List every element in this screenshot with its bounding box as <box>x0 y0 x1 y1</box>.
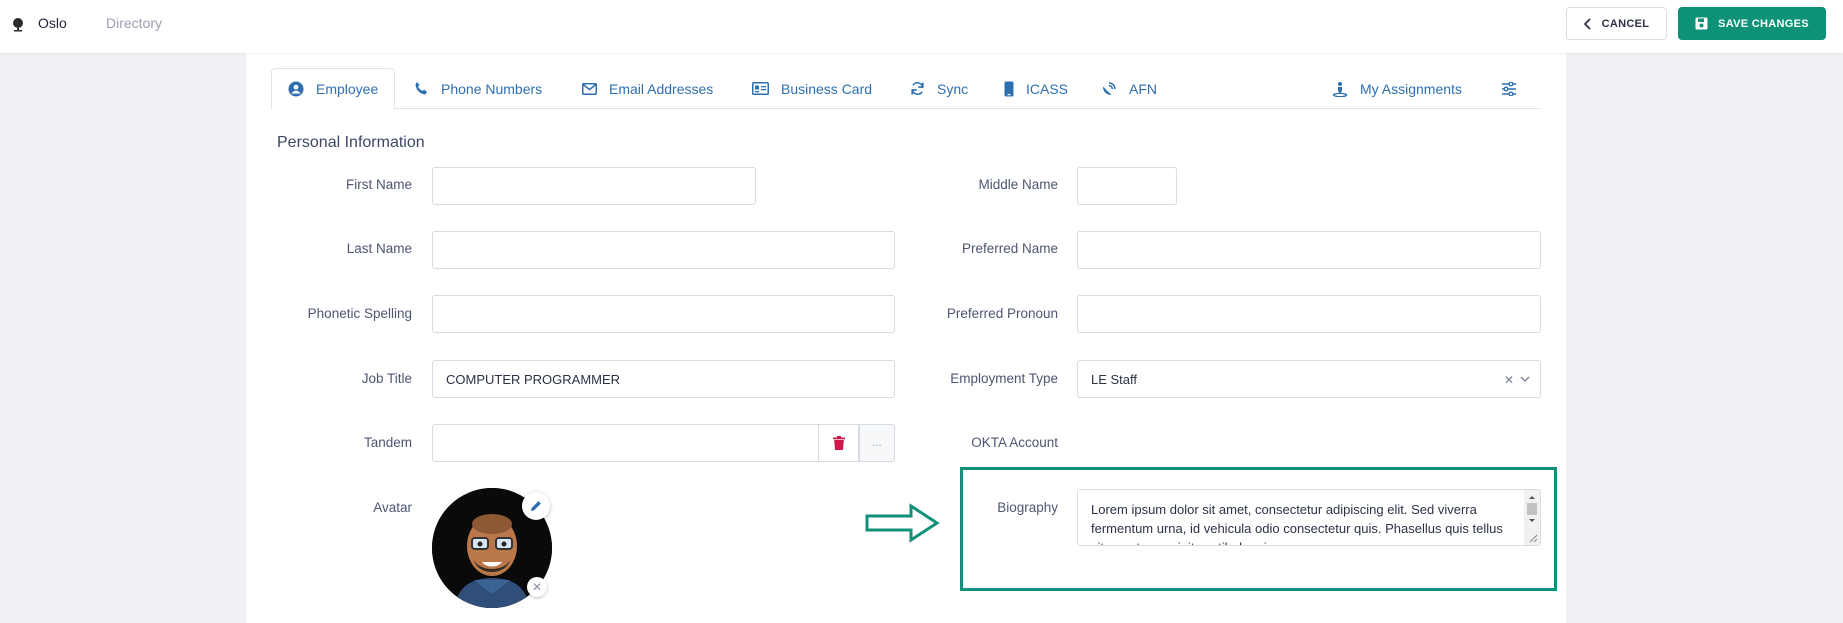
chevron-left-icon <box>1583 17 1591 30</box>
remove-avatar-button[interactable]: ✕ <box>527 577 547 597</box>
phonetic-spelling-label: Phonetic Spelling <box>307 306 412 321</box>
first-name-label: First Name <box>345 177 412 192</box>
scrollbar-arrows-icon <box>1527 496 1538 543</box>
middle-name-label: Middle Name <box>978 177 1058 192</box>
tab-business-card[interactable]: Business Card <box>752 68 872 109</box>
top-bar: Oslo Directory CANCEL SAVE CHANGES <box>0 0 1843 53</box>
tab-my-assignments[interactable]: My Assignments <box>1332 68 1462 109</box>
tab-label: Sync <box>937 80 969 97</box>
tab-label: Business Card <box>781 80 873 97</box>
cancel-label: CANCEL <box>1601 17 1650 30</box>
tab-employee[interactable]: Employee <box>271 68 396 110</box>
preferred-pronoun-input[interactable] <box>1077 295 1541 333</box>
tab-settings[interactable] <box>1501 68 1517 109</box>
chevron-down-icon[interactable] <box>1520 373 1530 385</box>
clear-icon[interactable]: ✕ <box>1504 373 1514 387</box>
user-circle-icon <box>288 81 304 97</box>
job-title-label: Job Title <box>361 371 412 386</box>
globe-icon <box>13 18 23 32</box>
breadcrumb-directory[interactable]: Directory <box>106 15 162 31</box>
last-name-input[interactable] <box>432 231 895 269</box>
save-changes-button[interactable]: SAVE CHANGES <box>1678 7 1826 40</box>
delete-tandem-button[interactable] <box>819 424 859 462</box>
phone-icon <box>415 82 427 95</box>
tab-sync[interactable]: Sync <box>910 68 968 109</box>
tab-label: ICASS <box>1026 80 1069 97</box>
biography-textarea[interactable]: Lorem ipsum dolor sit amet, consectetur … <box>1077 489 1541 546</box>
biography-text: Lorem ipsum dolor sit amet, consectetur … <box>1091 502 1503 545</box>
tab-label: AFN <box>1129 80 1157 97</box>
tab-icass[interactable]: ICASS <box>1004 68 1068 109</box>
biography-scrollbar[interactable] <box>1524 490 1540 545</box>
tab-phone-numbers[interactable]: Phone Numbers <box>414 68 542 109</box>
okta-account-label: OKTA Account <box>971 435 1058 450</box>
tab-label: Email Addresses <box>609 80 714 97</box>
sync-icon <box>911 81 924 96</box>
tab-label: Phone Numbers <box>441 80 543 97</box>
trash-icon <box>832 436 845 450</box>
biography-label: Biography <box>997 500 1058 515</box>
tab-email-addresses[interactable]: Email Addresses <box>582 68 713 109</box>
mobile-icon <box>1004 81 1014 96</box>
save-label: SAVE CHANGES <box>1718 17 1809 30</box>
phonetic-spelling-input[interactable] <box>432 295 895 333</box>
tandem-label: Tandem <box>363 435 412 450</box>
first-name-input[interactable] <box>432 167 756 205</box>
satellite-dish-icon <box>1102 81 1116 95</box>
preferred-pronoun-label: Preferred Pronoun <box>946 306 1058 321</box>
preferred-name-input[interactable] <box>1077 231 1541 269</box>
preferred-name-label: Preferred Name <box>961 241 1058 256</box>
person-pin-icon <box>1332 81 1348 97</box>
id-card-icon <box>752 82 769 95</box>
cancel-button[interactable]: CANCEL <box>1566 7 1667 40</box>
employment-type-value: LE Staff <box>1091 371 1138 387</box>
employment-type-label: Employment Type <box>950 371 1058 386</box>
section-title: Personal Information <box>277 134 425 151</box>
tab-label: My Assignments <box>1360 80 1462 97</box>
edit-avatar-button[interactable] <box>522 492 550 520</box>
tandem-input[interactable] <box>432 424 819 462</box>
envelope-icon <box>582 82 597 95</box>
close-icon: ✕ <box>531 580 543 594</box>
tandem-more-button[interactable]: ... <box>859 424 895 462</box>
tab-afn[interactable]: AFN <box>1101 68 1157 109</box>
floppy-disk-icon <box>1695 17 1708 30</box>
tab-bar: Employee Phone Numbers Email Addresses B… <box>271 68 1541 110</box>
middle-name-input[interactable] <box>1077 167 1177 205</box>
last-name-label: Last Name <box>346 241 412 256</box>
job-title-input[interactable]: COMPUTER PROGRAMMER <box>432 360 895 398</box>
avatar-label: Avatar <box>373 500 412 515</box>
tab-label: Employee <box>316 81 379 97</box>
employment-type-select[interactable]: LE Staff ✕ <box>1077 360 1541 398</box>
pencil-icon <box>531 501 541 511</box>
app-name[interactable]: Oslo <box>38 15 67 31</box>
sliders-icon <box>1502 81 1516 96</box>
